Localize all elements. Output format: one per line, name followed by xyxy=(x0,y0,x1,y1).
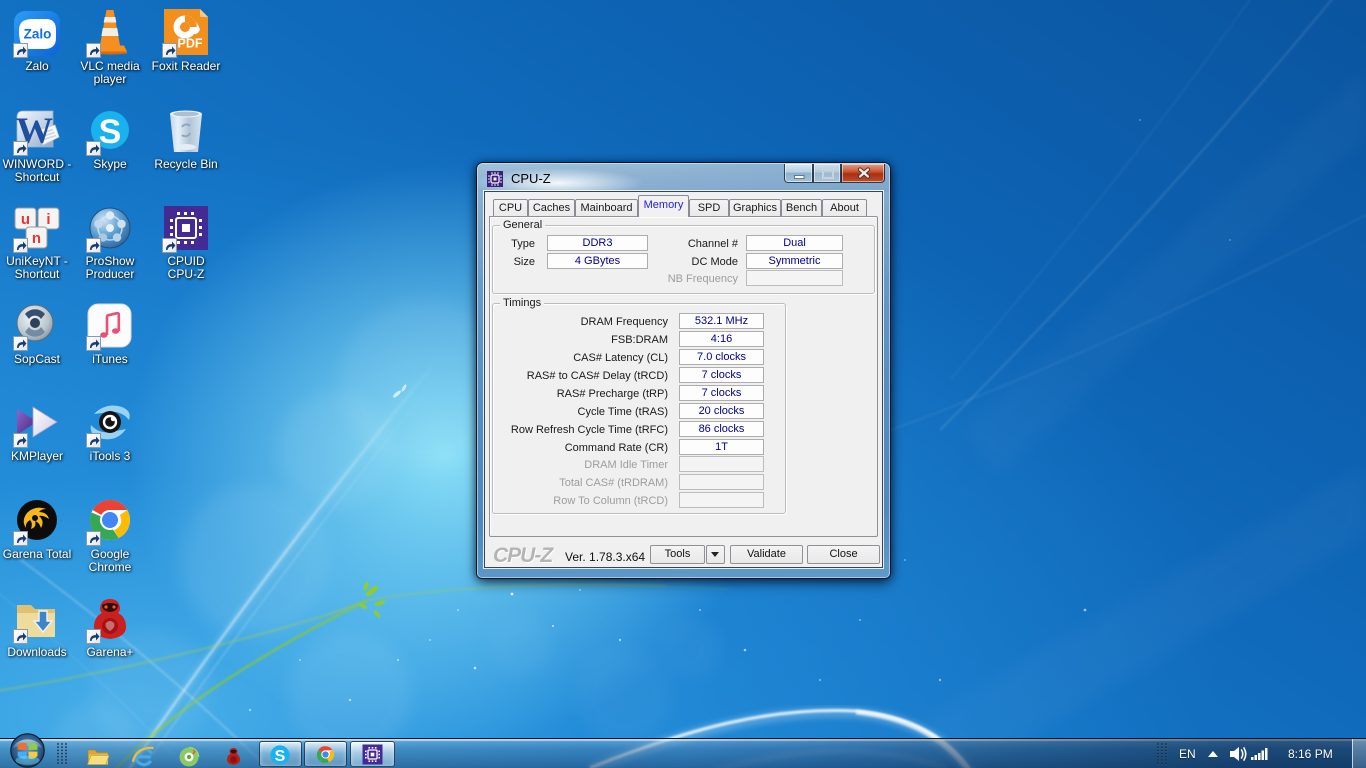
svg-text:u: u xyxy=(21,211,30,228)
svg-text:PDF: PDF xyxy=(178,37,203,51)
svg-text:S: S xyxy=(275,748,286,765)
svg-text:i: i xyxy=(46,211,50,228)
svg-text:S: S xyxy=(99,113,122,151)
svg-text:Zalo: Zalo xyxy=(24,27,52,42)
svg-text:n: n xyxy=(32,230,41,247)
